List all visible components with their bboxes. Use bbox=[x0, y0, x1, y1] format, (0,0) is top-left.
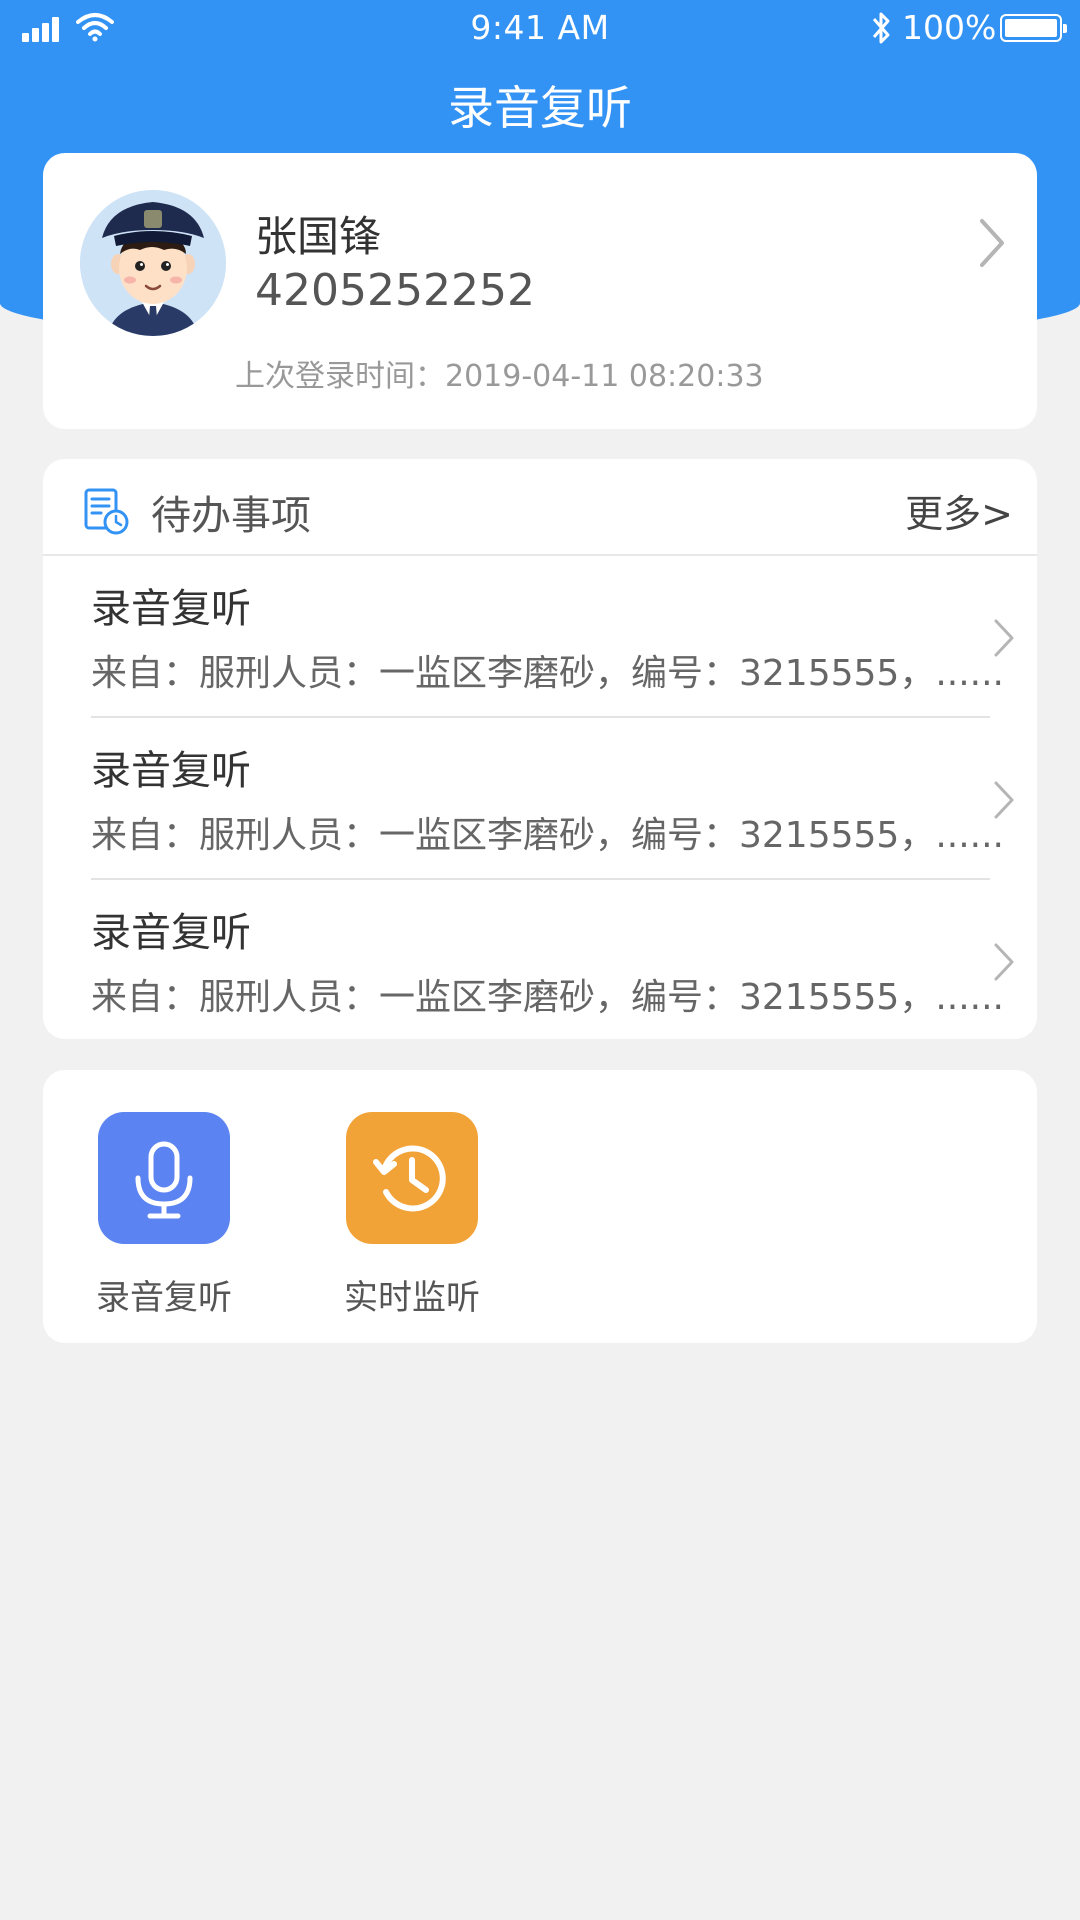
apps-card: 录音复听 实时监听 bbox=[43, 1070, 1037, 1343]
app-label: 实时监听 bbox=[344, 1278, 480, 1318]
todo-header: 待办事项 更多> bbox=[43, 459, 1037, 556]
bluetooth-icon bbox=[872, 12, 890, 44]
todo-item-title: 录音复听 bbox=[91, 748, 251, 794]
history-icon-tile[interactable] bbox=[346, 1112, 478, 1244]
battery-icon bbox=[1000, 14, 1067, 42]
avatar bbox=[80, 190, 226, 336]
microphone-icon bbox=[135, 1141, 193, 1219]
todo-item[interactable]: 录音复听 来自：服刑人员：一监区李磨砂，编号：3215555，...... bbox=[43, 556, 1037, 718]
user-name: 张国锋 bbox=[255, 212, 382, 261]
chevron-right-icon bbox=[994, 619, 1014, 657]
todo-item[interactable]: 录音复听 来自：服刑人员：一监区李磨砂，编号：3215555，...... bbox=[43, 880, 1037, 1042]
more-link[interactable]: 更多> bbox=[905, 483, 1013, 538]
todo-item-detail: 来自：服刑人员：一监区李磨砂，编号：3215555，...... bbox=[91, 653, 1004, 694]
todo-item-detail: 来自：服刑人员：一监区李磨砂，编号：3215555，...... bbox=[91, 815, 1004, 856]
history-icon bbox=[373, 1145, 446, 1212]
todo-item-title: 录音复听 bbox=[91, 910, 251, 956]
police-officer-avatar bbox=[80, 190, 226, 336]
chevron-right-icon bbox=[994, 781, 1014, 819]
app-label: 录音复听 bbox=[96, 1278, 232, 1318]
todo-item[interactable]: 录音复听 来自：服刑人员：一监区李磨砂，编号：3215555，...... bbox=[43, 718, 1037, 880]
status-bar: 9:41 AM 100% bbox=[0, 0, 1080, 60]
todo-title: 待办事项 bbox=[151, 493, 311, 539]
todo-card: 待办事项 更多> 录音复听 来自：服刑人员：一监区李磨砂，编号：3215555，… bbox=[43, 459, 1037, 1039]
todo-document-clock-icon bbox=[84, 488, 129, 535]
todo-item-detail: 来自：服刑人员：一监区李磨砂，编号：3215555，...... bbox=[91, 977, 1004, 1018]
last-login-time: 上次登录时间：2019-04-11 08:20:33 bbox=[235, 359, 764, 394]
page-title: 录音复听 bbox=[448, 81, 632, 135]
chevron-right-icon bbox=[994, 943, 1014, 981]
user-id: 4205252252 bbox=[255, 265, 535, 316]
profile-card[interactable]: 张国锋 4205252252 上次登录时间：2019-04-11 08:20:3… bbox=[43, 153, 1037, 429]
microphone-icon-tile[interactable] bbox=[98, 1112, 230, 1244]
battery-percent: 100% bbox=[902, 8, 997, 47]
chevron-right-icon[interactable] bbox=[978, 217, 1006, 269]
todo-item-title: 录音复听 bbox=[91, 586, 251, 632]
